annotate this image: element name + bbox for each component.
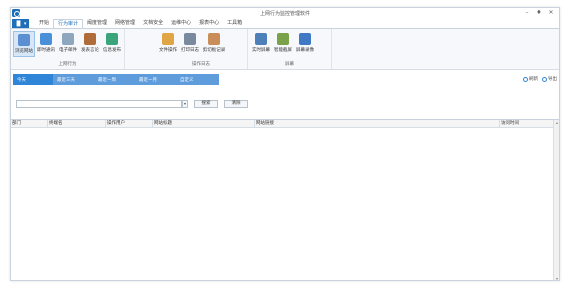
tab-ops-center[interactable]: 运维中心: [167, 19, 195, 28]
search-row: ▾ 搜索 清除: [11, 100, 559, 110]
info-publish-button[interactable]: 信息发布: [101, 31, 123, 57]
time-filter-bar: 今天 最近三天 最近一周 最近一月 自定义 刷新 导出: [11, 72, 559, 89]
browser-icon: [18, 34, 30, 46]
search-button[interactable]: 搜索: [194, 100, 218, 108]
vertical-scrollbar[interactable]: ▴ ▾: [553, 120, 559, 280]
minimize-button[interactable]: –: [521, 8, 533, 18]
clipboard-records-button[interactable]: 剪切板记录: [201, 31, 227, 57]
mail-icon: [62, 33, 74, 45]
file-operations-label: 文件操作: [159, 48, 177, 53]
scroll-down-icon[interactable]: ▾: [554, 276, 559, 280]
info-publish-label: 信息发布: [103, 48, 121, 53]
monitor-icon: [255, 33, 267, 45]
screen-recording-label: 屏幕录像: [296, 48, 314, 53]
post-icon: [84, 33, 96, 45]
group-label-operation-logs: 操作日志: [192, 62, 210, 67]
tab-behavior-audit[interactable]: 行为审计: [53, 19, 84, 28]
folder-icon: [162, 33, 174, 45]
home-menu-button[interactable]: ▐▌ ▾: [12, 19, 29, 28]
file-operations-button[interactable]: 文件操作: [157, 31, 179, 57]
tab-document-security[interactable]: 文档安全: [139, 19, 167, 28]
results-table: 部门 终端名 操作用户 网站标题 网站链接 访问时间 ▴ ▾: [11, 119, 559, 280]
instant-messaging-label: 即时通讯: [37, 48, 55, 53]
restore-button[interactable]: ♦: [533, 8, 545, 18]
column-header-site-title[interactable]: 网站标题: [152, 120, 254, 128]
refresh-label: 刷新: [529, 77, 538, 82]
toolbar-right: 刷新 导出: [523, 76, 557, 82]
tab-network-management[interactable]: 网络管理: [111, 19, 139, 28]
menu-bar: ▐▌ ▾ 开始 行为审计 阈度管理 网络管理 文档安全 运维中心 报表中心 工具…: [11, 19, 559, 28]
chat-icon: [40, 33, 52, 45]
group-label-screen: 屏幕: [285, 62, 294, 67]
refresh-icon: [523, 76, 528, 82]
screen-recording-button[interactable]: 屏幕录像: [294, 31, 316, 57]
chevron-down-icon[interactable]: ▾: [182, 100, 188, 108]
column-header-department[interactable]: 部门: [11, 120, 47, 128]
table-header: 部门 终端名 操作用户 网站标题 网站链接 访问时间: [11, 120, 559, 128]
column-header-terminal[interactable]: 终端名: [47, 120, 105, 128]
email-label: 电子邮件: [59, 48, 77, 53]
tab-toolbox[interactable]: 工具箱: [223, 19, 246, 28]
export-label: 导出: [548, 77, 557, 82]
live-screen-label: 实时屏幕: [252, 48, 270, 53]
group-label-web-behavior: 上网行为: [58, 62, 77, 67]
smart-screenshot-button[interactable]: 智能截屏: [272, 31, 294, 57]
window-controls: – ♦ ✕: [521, 8, 557, 18]
title-bar: 上网行为监控管理软件 – ♦ ✕: [11, 8, 559, 19]
ribbon-group-web-behavior: 浏览网站 即时通讯 电子邮件 发表言论 信息发布 上网行为: [11, 29, 125, 69]
clipboard-records-label: 剪切板记录: [202, 48, 226, 53]
ribbon-group-operation-logs: 文件操作 打印日志 剪切板记录 操作日志: [155, 29, 248, 69]
column-header-access-time[interactable]: 访问时间: [499, 120, 551, 128]
clear-button[interactable]: 清除: [224, 100, 248, 108]
post-comments-label: 发表言论: [81, 48, 99, 53]
filter-tab-custom[interactable]: 自定义: [176, 74, 216, 85]
screenshot-icon: [277, 33, 289, 45]
app-window: 上网行为监控管理软件 – ♦ ✕ ▐▌ ▾ 开始 行为审计 阈度管理 网络管理 …: [10, 7, 560, 281]
refresh-button[interactable]: 刷新: [523, 76, 538, 82]
post-comments-button[interactable]: 发表言论: [79, 31, 101, 57]
print-log-label: 打印日志: [181, 48, 199, 53]
filter-tab-today[interactable]: 今天: [13, 74, 53, 85]
instant-messaging-button[interactable]: 即时通讯: [35, 31, 57, 57]
ribbon: 浏览网站 即时通讯 电子邮件 发表言论 信息发布 上网行为 文件操作 打印日志 …: [11, 28, 559, 70]
tab-start[interactable]: 开始: [35, 19, 53, 28]
filter-tab-last-month[interactable]: 最近一月: [135, 74, 175, 85]
tab-threshold-management[interactable]: 阈度管理: [83, 19, 111, 28]
search-input[interactable]: [16, 100, 182, 108]
browse-websites-button[interactable]: 浏览网站: [13, 31, 35, 57]
smart-screenshot-label: 智能截屏: [274, 48, 292, 53]
ribbon-group-screen: 实时屏幕 智能截屏 屏幕录像 屏幕: [248, 29, 332, 69]
record-icon: [299, 33, 311, 45]
export-button[interactable]: 导出: [542, 76, 557, 82]
printer-icon: [184, 33, 196, 45]
window-title: 上网行为监控管理软件: [259, 11, 310, 17]
column-header-user[interactable]: 操作用户: [105, 120, 152, 128]
live-screen-button[interactable]: 实时屏幕: [250, 31, 272, 57]
close-button[interactable]: ✕: [545, 8, 557, 18]
browse-websites-label: 浏览网站: [15, 49, 33, 54]
filter-tab-last-week[interactable]: 最近一周: [94, 74, 134, 85]
publish-icon: [106, 33, 118, 45]
tab-report-center[interactable]: 报表中心: [195, 19, 223, 28]
export-icon: [542, 76, 547, 82]
clipboard-icon: [208, 33, 220, 45]
print-log-button[interactable]: 打印日志: [179, 31, 201, 57]
scroll-up-icon[interactable]: ▴: [554, 120, 559, 126]
column-header-site-url[interactable]: 网站链接: [254, 120, 499, 128]
email-button[interactable]: 电子邮件: [57, 31, 79, 57]
filter-tab-last-3-days[interactable]: 最近三天: [53, 74, 93, 85]
